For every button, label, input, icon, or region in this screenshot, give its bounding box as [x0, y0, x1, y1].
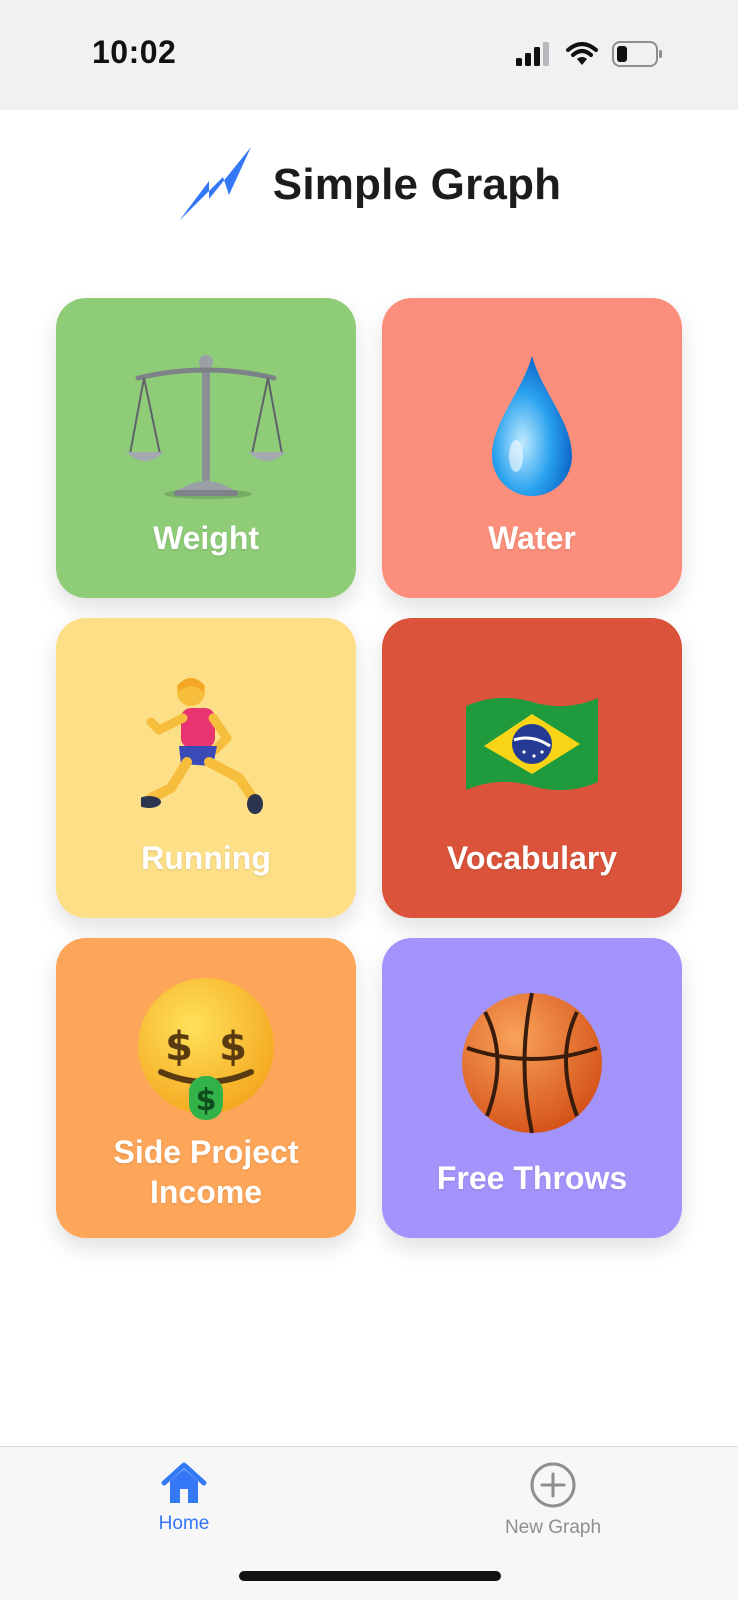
tile-label: Water — [488, 520, 576, 556]
tile-label: Free Throws — [436, 1160, 628, 1196]
plus-circle-icon — [530, 1462, 576, 1508]
svg-text:$: $ — [165, 1024, 193, 1070]
tile-label: Side Project Income — [113, 1134, 299, 1210]
wifi-icon — [566, 42, 598, 65]
tab-new-graph[interactable]: New Graph — [463, 1461, 643, 1551]
status-time: 10:02 — [92, 34, 177, 70]
tab-home[interactable]: Home — [94, 1461, 274, 1551]
status-icons — [516, 38, 664, 70]
brazil-flag-icon — [382, 672, 682, 822]
svg-text:$: $ — [196, 1083, 217, 1118]
battery-icon — [612, 41, 662, 67]
money-mouth-face-icon: $ $ $ — [56, 974, 356, 1124]
tile-weight[interactable]: Weight — [56, 298, 356, 598]
tile-label: Running — [141, 840, 271, 876]
tile-water[interactable]: Water — [382, 298, 682, 598]
tile-label: Vocabulary — [446, 840, 618, 876]
basketball-icon — [382, 988, 682, 1138]
signal-icon — [516, 42, 549, 66]
tab-label: Home — [158, 1513, 210, 1534]
tile-running[interactable]: Running — [56, 618, 356, 918]
balance-scale-icon — [56, 352, 356, 502]
app-title: Simple Graph — [272, 160, 562, 209]
home-indicator — [239, 1571, 501, 1581]
tile-side-project-income[interactable]: $ $ $ Side Project Income — [56, 938, 356, 1238]
graph-grid: Weight Water Running Vocabulary $ $ $ Si… — [56, 298, 682, 1238]
app-header: Simple Graph — [0, 140, 738, 230]
home-icon — [161, 1462, 207, 1503]
runner-icon — [56, 672, 356, 822]
tile-vocabulary[interactable]: Vocabulary — [382, 618, 682, 918]
tile-free-throws[interactable]: Free Throws — [382, 938, 682, 1238]
svg-text:$: $ — [219, 1024, 247, 1070]
lightning-graph-icon — [178, 147, 251, 221]
water-drop-icon — [382, 352, 682, 502]
tile-label: Weight — [152, 520, 260, 556]
tab-label: New Graph — [504, 1517, 602, 1538]
status-bar: 10:02 — [0, 0, 738, 110]
